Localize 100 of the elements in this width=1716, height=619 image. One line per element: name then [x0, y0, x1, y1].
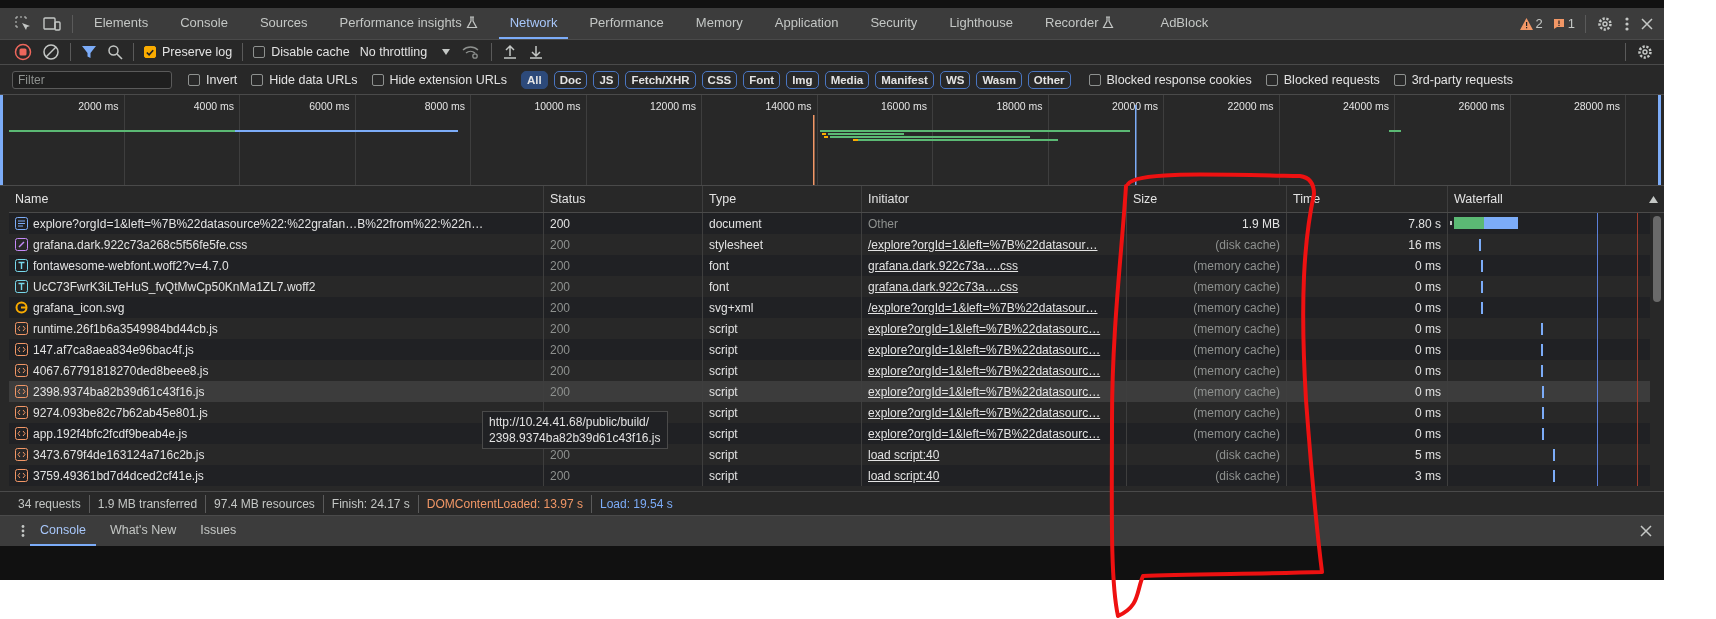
scrollbar-thumb[interactable]	[1653, 216, 1661, 302]
record-stop-icon[interactable]	[14, 43, 32, 61]
panel-tab[interactable]: Security	[859, 8, 929, 39]
script-icon	[15, 343, 28, 356]
drawer-tab[interactable]: What's New	[99, 516, 187, 546]
script-icon	[15, 322, 28, 335]
script-icon	[15, 364, 28, 377]
info-count[interactable]: 1	[1552, 16, 1575, 31]
request-row[interactable]: 2398.9374ba82b39d61c43f16.js 200 script explore?orgId=1&left=%7B%22datasourc… (memory cache) 0 ms	[9, 381, 1650, 402]
column-header[interactable]: Name	[9, 186, 544, 212]
status-code: 200	[550, 468, 571, 483]
search-icon[interactable]	[107, 44, 123, 60]
disable-cache-checkbox[interactable]: Disable cache	[253, 45, 350, 59]
request-row[interactable]: explore?orgId=1&left=%7B%22datasource%22:%22grafan…B%22from%22:%22n… 200 document Other 1.9 MB 7.80 s	[9, 213, 1650, 234]
preserve-log-checkbox[interactable]: Preserve log	[144, 45, 233, 59]
request-row[interactable]: fontawesome-webfont.woff2?v=4.7.0 200 font grafana.dark.922c73a….css (memory cache) 0 ms	[9, 255, 1650, 276]
initiator-link[interactable]: grafana.dark.922c73a….css	[868, 258, 1019, 273]
column-header[interactable]: Type	[703, 186, 862, 212]
initiator-link[interactable]: explore?orgId=1&left=%7B%22datasourc…	[868, 426, 1101, 441]
panel-tab[interactable]: Elements	[83, 8, 160, 39]
type-filter-chip[interactable]: Img	[786, 70, 819, 89]
type-filter-chip[interactable]: CSS	[701, 70, 738, 89]
time-value: 5 ms	[1415, 447, 1441, 462]
filter-option-checkbox[interactable]: Hide data URLs	[251, 72, 358, 87]
panel-tab[interactable]: Lighthouse	[938, 8, 1024, 39]
type-filter-chip[interactable]: WS	[939, 70, 971, 89]
tick-label: 20000 ms	[1111, 100, 1158, 112]
initiator-link[interactable]: explore?orgId=1&left=%7B%22datasourc…	[868, 342, 1101, 357]
filter-option-checkbox[interactable]: Blocked requests	[1265, 72, 1380, 87]
panel-tab[interactable]: Console	[169, 8, 239, 39]
resource-type: script	[709, 426, 738, 441]
initiator-link[interactable]: /explore?orgId=1&left=%7B%22datasour…	[868, 237, 1098, 252]
type-filter-chip[interactable]: Manifest	[875, 70, 934, 89]
filter-option-checkbox[interactable]: 3rd-party requests	[1393, 72, 1514, 87]
status-summary: DOMContentLoaded: 13.97 s	[426, 496, 583, 511]
type-filter-chip[interactable]: JS	[593, 70, 620, 89]
download-icon[interactable]	[528, 44, 545, 60]
type-filter-chip[interactable]: Other	[1027, 70, 1071, 89]
initiator-link[interactable]: explore?orgId=1&left=%7B%22datasourc…	[868, 321, 1101, 336]
type-filter-chip[interactable]: Font	[743, 70, 781, 89]
panel-tab[interactable]: Performance insights	[328, 8, 489, 39]
panel-tab[interactable]: AdBlock	[1149, 8, 1220, 39]
request-row[interactable]: 147.af7ca8aea834e96bac4f.js 200 script explore?orgId=1&left=%7B%22datasourc… (memory cache) 0 ms	[9, 339, 1650, 360]
initiator-link[interactable]: explore?orgId=1&left=%7B%22datasourc…	[868, 363, 1101, 378]
filter-option-checkbox[interactable]: Hide extension URLs	[371, 72, 507, 87]
initiator-link[interactable]: explore?orgId=1&left=%7B%22datasourc…	[868, 405, 1101, 420]
initiator-link[interactable]: grafana.dark.922c73a….css	[868, 279, 1019, 294]
request-name: 147.af7ca8aea834e96bac4f.js	[33, 342, 194, 357]
size-value: (memory cache)	[1193, 300, 1280, 315]
clear-icon[interactable]	[42, 43, 60, 61]
time-value: 0 ms	[1415, 300, 1441, 315]
flask-icon	[1102, 16, 1115, 29]
settings-icon[interactable]	[1636, 43, 1654, 61]
status-code: 200	[550, 216, 571, 231]
filter-option-checkbox[interactable]: Invert	[188, 72, 238, 87]
throttling-dropdown[interactable]: No throttling	[359, 45, 452, 59]
request-name: app.192f4bfc2fcdf9beab4e.js	[33, 426, 188, 441]
tick-label: 24000 ms	[1342, 100, 1389, 112]
initiator-link[interactable]: explore?orgId=1&left=%7B%22datasourc…	[868, 384, 1101, 399]
initiator-link[interactable]: load script:40	[868, 468, 940, 483]
type-filter-chip[interactable]: Fetch/XHR	[625, 70, 696, 89]
panel-tab[interactable]: Memory	[684, 8, 754, 39]
waterfall-bar	[1540, 322, 1544, 336]
device-icon[interactable]	[42, 14, 62, 33]
resource-type: font	[709, 279, 729, 294]
close-icon[interactable]	[1640, 16, 1654, 31]
request-row[interactable]: 3759.49361bd7d4dced2cf41e.js 200 script load script:40 (disk cache) 3 ms	[9, 465, 1650, 486]
filter-icon[interactable]	[81, 44, 97, 60]
column-header[interactable]: Size	[1127, 186, 1287, 212]
column-header[interactable]: Status	[544, 186, 703, 212]
time-value: 3 ms	[1415, 468, 1441, 483]
more-icon[interactable]	[20, 524, 26, 538]
type-filter-chip[interactable]: Wasm	[976, 70, 1022, 89]
warning-count[interactable]: 2	[1519, 16, 1543, 31]
status-code: 200	[550, 321, 571, 336]
type-filter-chip[interactable]: All	[520, 70, 548, 89]
upload-icon[interactable]	[502, 44, 519, 60]
tick-label: 6000 ms	[309, 100, 350, 112]
close-icon[interactable]	[1640, 525, 1652, 537]
resource-type: script	[709, 468, 738, 483]
drawer-tab[interactable]: Issues	[190, 516, 247, 546]
panel-tab[interactable]: Recorder	[1034, 8, 1126, 39]
column-header[interactable]: Waterfall	[1448, 186, 1664, 212]
waterfall-bar	[1541, 406, 1545, 420]
column-header[interactable]: Initiator	[862, 186, 1127, 212]
request-name: 2398.9374ba82b39d61c43f16.js	[33, 384, 205, 399]
panel-tab[interactable]: Application	[763, 8, 850, 39]
panel-tab[interactable]: Sources	[248, 8, 319, 39]
initiator-link[interactable]: load script:40	[868, 447, 940, 462]
status-code: 200	[550, 363, 571, 378]
status-code: 200	[550, 384, 571, 399]
type-filter-chip[interactable]: Doc	[553, 70, 588, 89]
settings-icon[interactable]	[1596, 14, 1614, 33]
request-row[interactable]: grafana_icon.svg 200 svg+xml /explore?orgId=1&left=%7B%22datasour… (memory cache) 0 ms	[9, 297, 1650, 318]
panel-tab[interactable]: Performance	[578, 8, 675, 39]
filter-option-checkbox[interactable]: Blocked response cookies	[1088, 72, 1252, 87]
initiator-link[interactable]: /explore?orgId=1&left=%7B%22datasour…	[868, 300, 1098, 315]
panel-tab[interactable]: Network	[498, 8, 569, 39]
filter-field[interactable]: Filter	[12, 70, 172, 89]
type-filter-chip[interactable]: Media	[824, 70, 870, 89]
